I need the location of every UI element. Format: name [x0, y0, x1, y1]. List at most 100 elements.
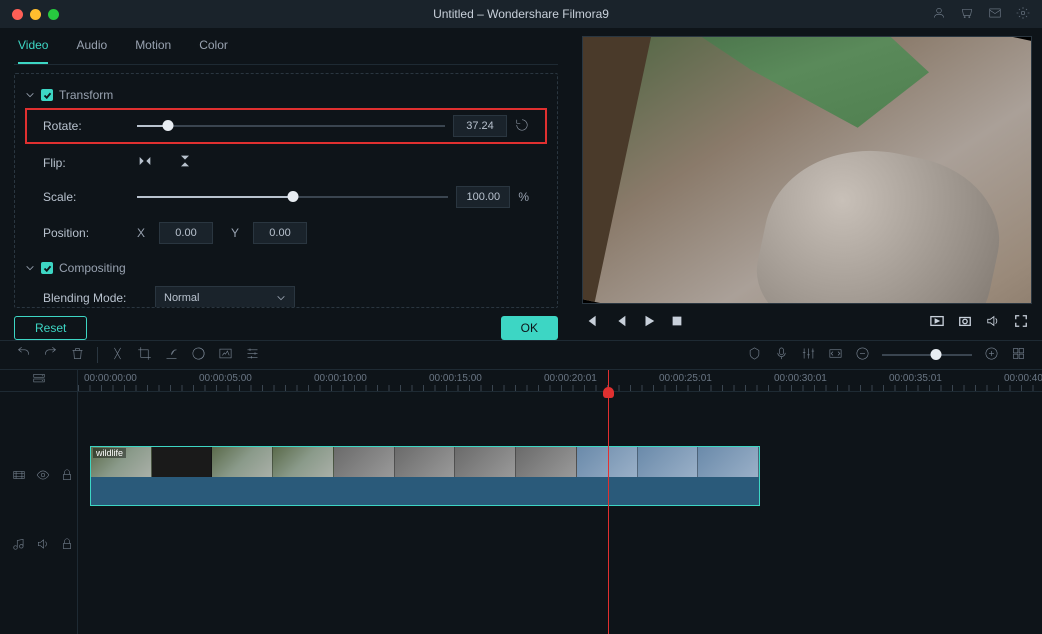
color-icon[interactable]	[191, 346, 206, 364]
video-track-icon[interactable]	[12, 468, 26, 485]
play-backward-button[interactable]	[614, 314, 628, 331]
mixer-icon[interactable]	[801, 346, 816, 364]
position-label: Position:	[43, 226, 129, 240]
x-axis-label: X	[137, 226, 151, 240]
snapshot-icon[interactable]	[958, 314, 972, 331]
timeline-toolbar	[0, 340, 1042, 370]
flip-horizontal-button[interactable]	[137, 153, 153, 172]
zoom-out-icon[interactable]	[855, 346, 870, 364]
zoom-slider[interactable]	[882, 354, 972, 356]
scale-unit: %	[518, 190, 529, 204]
rotate-row-highlighted: Rotate:	[25, 108, 547, 144]
rotate-value-input[interactable]	[453, 115, 507, 137]
scale-slider[interactable]	[137, 196, 448, 198]
fit-icon[interactable]	[828, 346, 843, 364]
timeline-ruler[interactable]: 00:00:00:0000:00:05:0000:00:10:0000:00:1…	[78, 370, 1042, 392]
ruler-timecode: 00:00:00:00	[84, 373, 137, 384]
fullscreen-icon[interactable]	[1014, 314, 1028, 331]
position-y-input[interactable]	[253, 222, 307, 244]
rotate-slider[interactable]	[137, 125, 445, 127]
zoom-in-icon[interactable]	[984, 346, 999, 364]
window-title: Untitled – Wondershare Filmora9	[433, 7, 609, 21]
window-controls	[12, 9, 59, 20]
ok-button[interactable]: OK	[501, 316, 558, 340]
visibility-icon[interactable]	[36, 468, 50, 485]
playhead[interactable]	[608, 370, 609, 634]
marker-icon[interactable]	[747, 346, 762, 364]
ruler-timecode: 00:00:15:00	[429, 373, 482, 384]
reset-button[interactable]: Reset	[14, 316, 87, 340]
timeline: 00:00:00:0000:00:05:0000:00:10:0000:00:1…	[0, 370, 1042, 634]
record-icon[interactable]	[774, 346, 789, 364]
ruler-timecode: 00:00:20:01	[544, 373, 597, 384]
clip-audio-waveform	[91, 477, 759, 505]
lock-icon[interactable]	[60, 537, 74, 554]
account-icon[interactable]	[932, 6, 946, 23]
stop-button[interactable]	[670, 314, 684, 331]
scale-value-input[interactable]	[456, 186, 510, 208]
close-window-button[interactable]	[12, 9, 23, 20]
cart-icon[interactable]	[960, 6, 974, 23]
compositing-label: Compositing	[59, 261, 126, 275]
rotate-reset-icon[interactable]	[515, 118, 529, 135]
flip-label: Flip:	[43, 156, 129, 170]
undo-icon[interactable]	[16, 346, 31, 364]
position-x-input[interactable]	[159, 222, 213, 244]
chevron-down-icon	[25, 263, 35, 273]
render-preview-icon[interactable]	[930, 314, 944, 331]
crop-icon[interactable]	[137, 346, 152, 364]
clip-name: wildlife	[93, 448, 126, 458]
volume-icon[interactable]	[986, 314, 1000, 331]
transform-checkbox[interactable]	[41, 89, 53, 101]
manage-tracks-icon[interactable]	[32, 372, 46, 389]
ruler-timecode: 00:00:25:01	[659, 373, 712, 384]
flip-vertical-button[interactable]	[177, 153, 193, 172]
properties-panel: Video Audio Motion Color Transform Rotat…	[0, 28, 572, 340]
chevron-down-icon	[25, 90, 35, 100]
transform-section-header[interactable]: Transform	[15, 84, 557, 106]
blending-label: Blending Mode:	[43, 291, 147, 305]
play-button[interactable]	[642, 314, 656, 331]
settings-icon[interactable]	[1016, 6, 1030, 23]
property-tabs: Video Audio Motion Color	[14, 28, 558, 65]
video-track-lane[interactable]: wildlife	[78, 446, 1042, 506]
position-row: Position: X Y	[15, 215, 557, 251]
audio-track-icon[interactable]	[12, 537, 26, 554]
green-screen-icon[interactable]	[218, 346, 233, 364]
flip-row: Flip:	[15, 146, 557, 179]
scale-row: Scale: %	[15, 179, 557, 215]
tab-motion[interactable]: Motion	[135, 38, 171, 64]
ruler-timecode: 00:00:05:00	[199, 373, 252, 384]
timeline-options-icon[interactable]	[1011, 346, 1026, 364]
video-clip[interactable]: wildlife	[90, 446, 760, 506]
video-track-header	[0, 446, 77, 506]
minimize-window-button[interactable]	[30, 9, 41, 20]
preview-panel	[572, 28, 1042, 340]
ruler-timecode: 00:00:30:01	[774, 373, 827, 384]
compositing-checkbox[interactable]	[41, 262, 53, 274]
mail-icon[interactable]	[988, 6, 1002, 23]
blending-mode-select[interactable]: Normal	[155, 286, 295, 308]
split-icon[interactable]	[110, 346, 125, 364]
lock-icon[interactable]	[60, 468, 74, 485]
chevron-down-icon	[276, 293, 286, 303]
prev-frame-button[interactable]	[586, 314, 600, 331]
adjust-icon[interactable]	[245, 346, 260, 364]
mute-icon[interactable]	[36, 537, 50, 554]
titlebar: Untitled – Wondershare Filmora9	[0, 0, 1042, 28]
video-preview[interactable]	[582, 36, 1032, 304]
speed-icon[interactable]	[164, 346, 179, 364]
compositing-section-header[interactable]: Compositing	[15, 257, 557, 279]
transform-label: Transform	[59, 88, 113, 102]
ruler-timecode: 00:00:40:01	[1004, 373, 1042, 384]
tab-video[interactable]: Video	[18, 38, 48, 64]
tab-color[interactable]: Color	[199, 38, 228, 64]
delete-icon[interactable]	[70, 346, 85, 364]
maximize-window-button[interactable]	[48, 9, 59, 20]
redo-icon[interactable]	[43, 346, 58, 364]
tab-audio[interactable]: Audio	[76, 38, 107, 64]
ruler-timecode: 00:00:35:01	[889, 373, 942, 384]
playback-controls	[582, 304, 1032, 340]
blending-row: Blending Mode: Normal	[15, 279, 557, 308]
audio-track-header	[0, 528, 77, 562]
